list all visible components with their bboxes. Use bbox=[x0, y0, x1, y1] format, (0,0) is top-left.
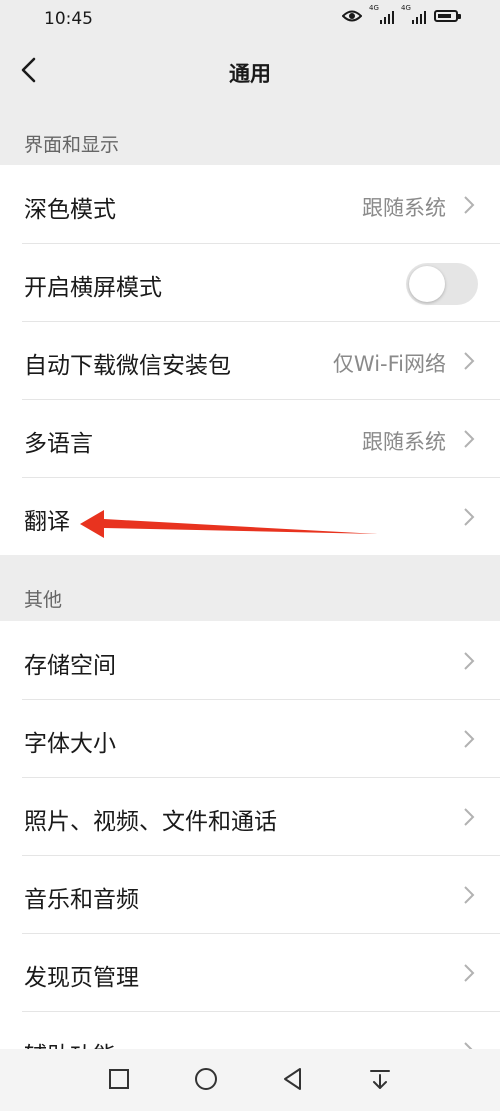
row-discover-management[interactable]: 发现页管理 bbox=[0, 933, 500, 1011]
circle-icon[interactable] bbox=[188, 1061, 224, 1097]
nav-bar: 通用 bbox=[0, 38, 500, 104]
row-font-size[interactable]: 字体大小 bbox=[0, 699, 500, 777]
row-label: 多语言 bbox=[24, 431, 93, 457]
chevron-right-icon bbox=[464, 352, 475, 370]
chevron-right-icon bbox=[464, 964, 475, 982]
cell-signal-icon-1: 4G bbox=[369, 4, 394, 24]
settings-group-display: 深色模式 跟随系统 开启横屏模式 自动下载微信安装包 仅Wi-Fi网络 多语言 … bbox=[0, 165, 500, 555]
page-title: 通用 bbox=[229, 62, 271, 86]
chevron-right-icon bbox=[464, 808, 475, 826]
row-storage[interactable]: 存储空间 bbox=[0, 621, 500, 699]
row-language[interactable]: 多语言 跟随系统 bbox=[0, 399, 500, 477]
row-music-audio[interactable]: 音乐和音频 bbox=[0, 855, 500, 933]
system-nav-bar bbox=[0, 1049, 500, 1111]
settings-group-other: 存储空间 字体大小 照片、视频、文件和通话 音乐和音频 发现页管理 辅助功能 bbox=[0, 621, 500, 1089]
chevron-right-icon bbox=[464, 886, 475, 904]
row-value: 仅Wi-Fi网络 bbox=[332, 352, 446, 376]
square-icon[interactable] bbox=[101, 1061, 137, 1097]
section-header-label: 界面和显示 bbox=[24, 134, 120, 156]
eye-icon bbox=[342, 10, 362, 22]
section-header-other: 其他 bbox=[0, 555, 500, 621]
row-label: 深色模式 bbox=[24, 197, 116, 223]
row-dark-mode[interactable]: 深色模式 跟随系统 bbox=[0, 165, 500, 243]
toggle-knob bbox=[409, 266, 445, 302]
row-label: 自动下载微信安装包 bbox=[24, 353, 231, 379]
row-value: 跟随系统 bbox=[362, 196, 446, 220]
chevron-right-icon bbox=[464, 196, 475, 214]
row-label: 字体大小 bbox=[24, 731, 116, 757]
row-value: 跟随系统 bbox=[362, 430, 446, 454]
chevron-right-icon bbox=[464, 730, 475, 748]
row-label: 开启横屏模式 bbox=[24, 275, 162, 301]
section-header-display: 界面和显示 bbox=[0, 104, 500, 165]
battery-icon bbox=[434, 10, 461, 22]
status-bar: 10:45 4G 4G bbox=[0, 0, 500, 38]
row-label: 音乐和音频 bbox=[24, 887, 139, 913]
row-label: 发现页管理 bbox=[24, 965, 139, 991]
chevron-right-icon bbox=[464, 652, 475, 670]
section-header-label: 其他 bbox=[24, 589, 63, 611]
chevron-right-icon bbox=[464, 430, 475, 448]
row-media-files-calls[interactable]: 照片、视频、文件和通话 bbox=[0, 777, 500, 855]
row-landscape-mode[interactable]: 开启横屏模式 bbox=[0, 243, 500, 321]
row-label: 照片、视频、文件和通话 bbox=[24, 809, 277, 835]
row-translate[interactable]: 翻译 bbox=[0, 477, 500, 555]
row-label: 存储空间 bbox=[24, 653, 116, 679]
cell-signal-icon-2: 4G bbox=[401, 4, 426, 24]
row-label: 翻译 bbox=[24, 509, 70, 535]
status-icons: 4G 4G bbox=[342, 4, 461, 24]
dropdown-icon[interactable] bbox=[362, 1061, 398, 1097]
row-auto-download[interactable]: 自动下载微信安装包 仅Wi-Fi网络 bbox=[0, 321, 500, 399]
chevron-right-icon bbox=[464, 508, 475, 526]
landscape-toggle[interactable] bbox=[406, 263, 478, 305]
triangle-back-icon[interactable] bbox=[275, 1061, 311, 1097]
status-time: 10:45 bbox=[44, 9, 93, 29]
